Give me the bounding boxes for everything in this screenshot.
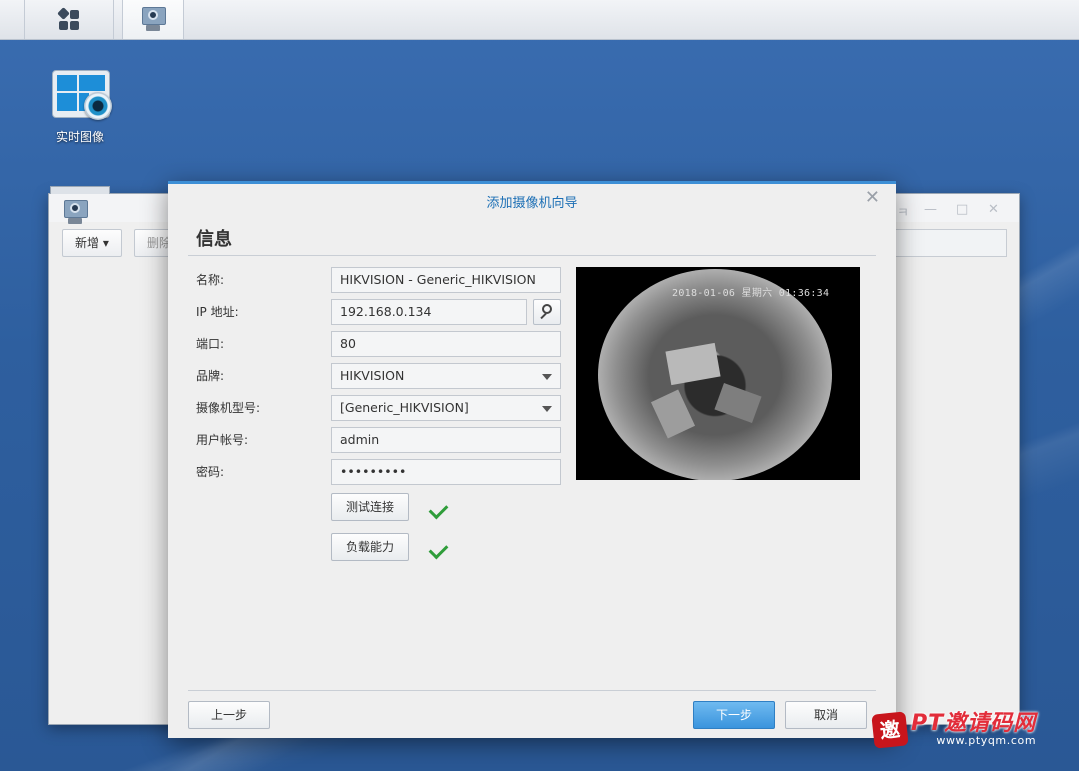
footer-divider [188, 690, 876, 691]
camera-model-select[interactable]: [Generic_HIKVISION] [331, 395, 561, 421]
desktop-icon-live-view[interactable]: 实时图像 [44, 70, 116, 145]
load-capability-button[interactable]: 负载能力 [331, 533, 409, 561]
preview-timestamp: 2018-01-06 星期六 01:36:34 [672, 288, 830, 299]
taskbar [0, 0, 1079, 40]
divider [188, 255, 876, 256]
port-input[interactable]: 80 [331, 331, 561, 357]
window-pin-icon[interactable]: ㅋ [897, 202, 909, 221]
brand-select[interactable]: HIKVISION [331, 363, 561, 389]
password-label: 密码: [196, 465, 225, 479]
section-title: 信息 [196, 229, 232, 250]
surveillance-station-taskbar-button[interactable] [122, 0, 184, 39]
window-close-icon[interactable]: ✕ [988, 202, 999, 217]
camera-preview: 2018-01-06 星期六 01:36:34 [576, 267, 860, 480]
surveillance-camera-icon [141, 6, 166, 33]
back-button[interactable]: 上一步 [188, 701, 270, 729]
watermark-text: PT邀请码网 [911, 711, 1037, 736]
watermark: 邀 PT邀请码网 www.ptyqm.com [871, 711, 1037, 749]
watermark-url: www.ptyqm.com [936, 734, 1037, 747]
search-camera-button[interactable] [533, 299, 561, 325]
fisheye-snapshot [598, 269, 832, 480]
port-label: 端口: [196, 337, 225, 351]
test-connection-button[interactable]: 测试连接 [331, 493, 409, 521]
main-menu-button[interactable] [24, 0, 114, 39]
test-success-check-icon [428, 499, 449, 520]
add-camera-wizard-dialog: 添加摄像机向导 ✕ 信息 名称: HIKVISION - Generic_HIK… [168, 181, 896, 738]
cancel-button[interactable]: 取消 [785, 701, 867, 729]
desktop-icon-label: 实时图像 [55, 130, 104, 144]
dialog-title: 添加摄像机向导 [486, 196, 578, 211]
watermark-seal: 邀 [871, 711, 909, 749]
ip-label: IP 地址: [196, 305, 239, 319]
brand-label: 品牌: [196, 369, 225, 383]
add-camera-button[interactable]: 新增 ▾ [62, 229, 122, 257]
model-label: 摄像机型号: [196, 401, 261, 415]
live-view-icon [50, 70, 112, 124]
window-maximize-icon[interactable]: □ [956, 202, 968, 217]
camera-name-input[interactable]: HIKVISION - Generic_HIKVISION [331, 267, 561, 293]
username-label: 用户帐号: [196, 433, 249, 447]
username-input[interactable]: admin [331, 427, 561, 453]
ip-address-input[interactable]: 192.168.0.134 [331, 299, 527, 325]
next-button[interactable]: 下一步 [693, 701, 775, 729]
apps-grid-icon [57, 6, 80, 31]
camera-search-input[interactable] [895, 229, 1007, 257]
window-app-icon [63, 200, 88, 226]
name-label: 名称: [196, 273, 225, 287]
password-input[interactable]: ••••••••• [331, 459, 561, 485]
window-minimize-icon[interactable]: — [924, 202, 937, 217]
close-icon[interactable]: ✕ [865, 189, 880, 207]
capability-success-check-icon [428, 539, 449, 560]
